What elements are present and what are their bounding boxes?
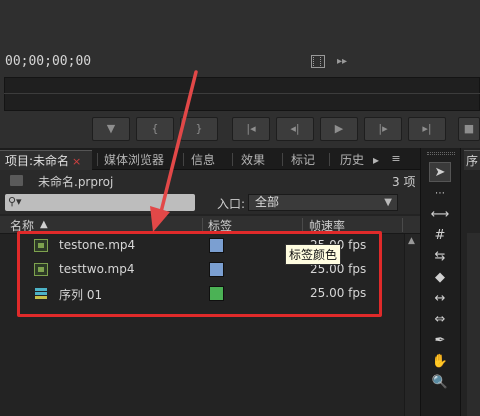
vertical-scrollbar[interactable]: ▲: [404, 234, 420, 416]
tools-panel: ➤ ⋯ ⟷ # ⇆ ◆ ↔ ⇔ ✒ ✋ 🔍: [420, 148, 460, 416]
tab-overflow[interactable]: ▸: [368, 150, 379, 170]
audio-waveform-icon[interactable]: ▸▸: [337, 55, 351, 68]
tab-divider: [232, 153, 233, 166]
inpoint-value: 全部: [255, 195, 280, 209]
project-info-bar: 未命名.prproj 3 项: [0, 170, 420, 192]
chevron-down-icon: ▼: [384, 197, 392, 208]
hand-tool-icon[interactable]: ✋: [429, 352, 451, 372]
close-icon[interactable]: ×: [72, 155, 81, 168]
mark-in-button[interactable]: {: [136, 117, 174, 141]
set-marker-button[interactable]: ▼: [92, 117, 130, 141]
sort-arrow-icon[interactable]: ▲: [40, 219, 48, 230]
ripple-edit-tool-icon[interactable]: ⟷: [429, 205, 451, 225]
step-forward-button[interactable]: |▸: [364, 117, 402, 141]
tab-markers[interactable]: 标记: [286, 150, 315, 170]
tab-history[interactable]: 历史: [335, 150, 364, 170]
play-button[interactable]: ▶: [320, 117, 358, 141]
mark-out-button[interactable]: }: [180, 117, 218, 141]
scrub-line: [4, 93, 480, 94]
zoom-tool-icon[interactable]: 🔍: [429, 373, 451, 393]
time-ruler[interactable]: [4, 77, 480, 111]
tab-project[interactable]: 项目:未命名 ×: [0, 150, 92, 170]
inpoint-dropdown[interactable]: 全部 ▼: [248, 194, 398, 211]
timeline-area: [467, 233, 480, 416]
column-divider[interactable]: [302, 218, 303, 232]
tab-info[interactable]: 信息: [186, 150, 215, 170]
film-strip-icon[interactable]: [311, 55, 325, 68]
go-to-in-button[interactable]: |◂: [232, 117, 270, 141]
tab-label: 项目:未命名: [5, 154, 70, 168]
track-select-tool-icon[interactable]: ⋯: [429, 184, 451, 204]
search-icon[interactable]: ⚲▾: [8, 195, 22, 208]
program-monitor: 00;00;00;00 ▸▸ ▼ { } |◂ ◂| ▶ |▸ ▸| ■: [0, 0, 480, 148]
item-count: 3 项: [392, 175, 416, 189]
slip-tool-icon[interactable]: ↔: [429, 289, 451, 309]
rolling-edit-tool-icon[interactable]: #: [429, 226, 451, 246]
inpoint-label: 入口:: [217, 197, 246, 211]
tab-effects[interactable]: 效果: [236, 150, 265, 170]
search-row: ⚲▾ 入口: 全部 ▼: [0, 192, 420, 214]
panel-tab-bar: 项目:未命名 × 媒体浏览器 信息 效果 标记 历史 ▸ ≡: [0, 148, 420, 170]
rate-stretch-tool-icon[interactable]: ⇆: [429, 247, 451, 267]
insert-button[interactable]: ■: [458, 117, 480, 141]
selection-tool-icon[interactable]: ➤: [429, 162, 451, 182]
tab-sequence[interactable]: 序: [464, 150, 480, 170]
step-back-button[interactable]: ◂|: [276, 117, 314, 141]
timeline-panel-edge: 序: [460, 148, 480, 416]
tab-divider: [183, 153, 184, 166]
highlight-box: [17, 231, 382, 317]
tab-divider: [97, 153, 98, 166]
project-file-icon: [10, 175, 23, 186]
pen-tool-icon[interactable]: ✒: [429, 331, 451, 351]
go-to-out-button[interactable]: ▸|: [408, 117, 446, 141]
tab-divider: [329, 153, 330, 166]
slide-tool-icon[interactable]: ⇔: [429, 310, 451, 330]
tab-media-browser[interactable]: 媒体浏览器: [99, 150, 164, 170]
column-divider[interactable]: [202, 218, 203, 232]
column-divider[interactable]: [402, 218, 403, 232]
project-file-name: 未命名.prproj: [38, 175, 114, 189]
panel-grip[interactable]: [427, 152, 455, 155]
panel-menu-icon[interactable]: ≡: [386, 151, 406, 167]
razor-tool-icon[interactable]: ◆: [429, 268, 451, 288]
transport-controls: ▼ { } |◂ ◂| ▶ |▸ ▸| ■: [0, 113, 480, 143]
scroll-up-icon[interactable]: ▲: [408, 236, 415, 246]
tab-divider: [282, 153, 283, 166]
timecode-display[interactable]: 00;00;00;00: [5, 54, 91, 69]
search-input[interactable]: ⚲▾: [5, 194, 195, 211]
